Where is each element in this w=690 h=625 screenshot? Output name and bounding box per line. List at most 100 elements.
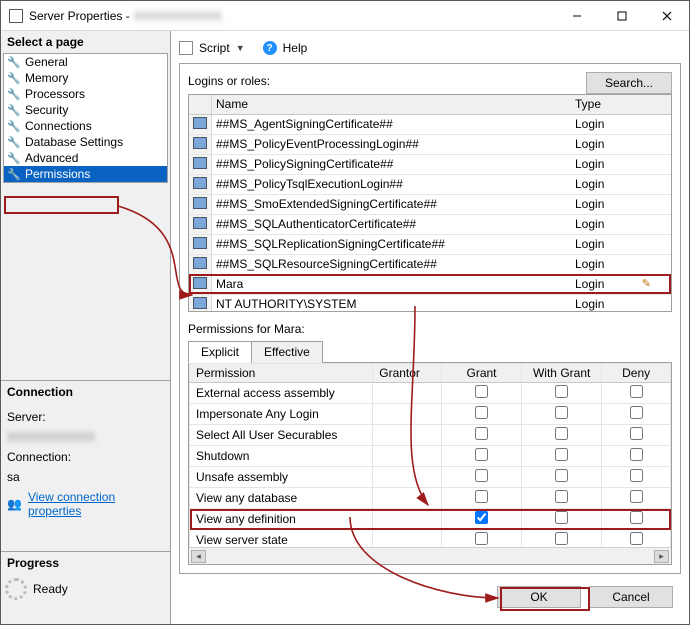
grant-checkbox[interactable] (475, 469, 488, 482)
cancel-button[interactable]: Cancel (589, 586, 673, 608)
page-item-processors[interactable]: 🔧Processors (4, 86, 167, 102)
close-button[interactable] (644, 1, 689, 30)
with-grant-checkbox[interactable] (555, 469, 568, 482)
script-dropdown-icon[interactable]: ▼ (236, 43, 245, 53)
page-item-connections[interactable]: 🔧Connections (4, 118, 167, 134)
login-row[interactable]: ##MS_SmoExtendedSigningCertificate##Logi… (189, 194, 671, 214)
deny-checkbox[interactable] (630, 511, 643, 524)
scroll-right-icon[interactable]: ▸ (654, 550, 669, 563)
dialog-footer: OK Cancel (179, 578, 681, 616)
with-grant-checkbox[interactable] (555, 427, 568, 440)
permission-row[interactable]: View server state (190, 530, 671, 548)
login-row[interactable]: ##MS_PolicySigningCertificate##Login (189, 154, 671, 174)
connection-header: Connection (1, 380, 170, 403)
search-button[interactable]: Search... (586, 72, 672, 94)
deny-cell (602, 446, 671, 467)
login-name-cell: ##MS_PolicyEventProcessingLogin## (212, 134, 572, 154)
perm-header-grantor[interactable]: Grantor (373, 364, 442, 383)
maximize-button[interactable] (599, 1, 644, 30)
page-item-general[interactable]: 🔧General (4, 54, 167, 70)
grant-checkbox[interactable] (475, 427, 488, 440)
perm-header-withgrant[interactable]: With Grant (522, 364, 602, 383)
tab-effective[interactable]: Effective (251, 341, 323, 363)
login-row-icon-cell (189, 194, 212, 214)
permission-row[interactable]: View any definition (190, 509, 671, 530)
deny-checkbox[interactable] (630, 469, 643, 482)
left-pane: Select a page 🔧General🔧Memory🔧Processors… (1, 31, 171, 624)
login-icon (193, 237, 207, 249)
deny-checkbox[interactable] (630, 532, 643, 545)
deny-cell (602, 425, 671, 446)
login-row[interactable]: ##MS_SQLAuthenticatorCertificate##Login (189, 214, 671, 234)
wrench-icon: 🔧 (7, 104, 21, 117)
grant-checkbox[interactable] (475, 532, 488, 545)
grant-checkbox[interactable] (475, 490, 488, 503)
grant-cell (441, 488, 521, 509)
minimize-button[interactable] (554, 1, 599, 30)
scroll-left-icon[interactable]: ◂ (191, 550, 206, 563)
permissions-label-suffix: : (301, 322, 304, 336)
permissions-hscroll[interactable]: ◂ ▸ (189, 547, 671, 564)
login-icon (193, 217, 207, 229)
grant-cell (441, 383, 521, 404)
login-row[interactable]: NT AUTHORITY\SYSTEMLogin (189, 294, 671, 311)
help-button[interactable]: Help (283, 41, 308, 55)
with-grant-checkbox[interactable] (555, 448, 568, 461)
login-name-cell: ##MS_AgentSigningCertificate## (212, 114, 572, 134)
permission-row[interactable]: External access assembly (190, 383, 671, 404)
with-grant-checkbox[interactable] (555, 385, 568, 398)
permission-name-cell: Unsafe assembly (190, 467, 373, 488)
login-type-cell: Login (571, 294, 671, 311)
page-item-security[interactable]: 🔧Security (4, 102, 167, 118)
deny-checkbox[interactable] (630, 406, 643, 419)
permission-grantor-cell (373, 425, 442, 446)
page-item-advanced[interactable]: 🔧Advanced (4, 150, 167, 166)
login-row[interactable]: ##MS_PolicyTsqlExecutionLogin##Login (189, 174, 671, 194)
logins-header-name[interactable]: Name (212, 95, 572, 114)
page-item-database-settings[interactable]: 🔧Database Settings (4, 134, 167, 150)
tab-explicit[interactable]: Explicit (188, 341, 252, 363)
permission-name-cell: Select All User Securables (190, 425, 373, 446)
login-row[interactable]: ##MS_PolicyEventProcessingLogin##Login (189, 134, 671, 154)
login-row[interactable]: ##MS_AgentSigningCertificate##Login (189, 114, 671, 134)
permission-row[interactable]: Unsafe assembly (190, 467, 671, 488)
login-row-icon-cell (189, 234, 212, 254)
deny-cell (602, 404, 671, 425)
view-connection-properties-link[interactable]: View connection properties (28, 490, 164, 518)
perm-header-deny[interactable]: Deny (602, 364, 671, 383)
permission-row[interactable]: Shutdown (190, 446, 671, 467)
edit-icon: ✎ (642, 277, 651, 290)
login-type-cell: Login (571, 134, 671, 154)
with-grant-checkbox[interactable] (555, 511, 568, 524)
login-icon (193, 257, 207, 269)
grant-checkbox[interactable] (475, 448, 488, 461)
perm-header-permission[interactable]: Permission (190, 364, 373, 383)
login-row[interactable]: ##MS_SQLResourceSigningCertificate##Logi… (189, 254, 671, 274)
progress-status: Ready (33, 582, 68, 596)
with-grant-cell (522, 446, 602, 467)
grant-checkbox[interactable] (475, 385, 488, 398)
permission-row[interactable]: View any database (190, 488, 671, 509)
perm-header-grant[interactable]: Grant (441, 364, 521, 383)
login-type-cell: Login (571, 174, 671, 194)
login-row[interactable]: ##MS_SQLReplicationSigningCertificate##L… (189, 234, 671, 254)
grant-checkbox[interactable] (475, 511, 488, 524)
deny-checkbox[interactable] (630, 427, 643, 440)
grant-checkbox[interactable] (475, 406, 488, 419)
script-button[interactable]: Script (199, 41, 230, 55)
permission-row[interactable]: Impersonate Any Login (190, 404, 671, 425)
permission-row[interactable]: Select All User Securables (190, 425, 671, 446)
connection-props-icon: 👥 (7, 497, 22, 511)
logins-header-type[interactable]: Type (571, 95, 671, 114)
with-grant-checkbox[interactable] (555, 490, 568, 503)
page-item-memory[interactable]: 🔧Memory (4, 70, 167, 86)
deny-checkbox[interactable] (630, 448, 643, 461)
with-grant-checkbox[interactable] (555, 406, 568, 419)
with-grant-cell (522, 509, 602, 530)
deny-checkbox[interactable] (630, 490, 643, 503)
ok-button[interactable]: OK (497, 586, 581, 608)
with-grant-checkbox[interactable] (555, 532, 568, 545)
page-item-permissions[interactable]: 🔧Permissions (4, 166, 167, 182)
login-row[interactable]: MaraLogin✎ (189, 274, 671, 294)
deny-checkbox[interactable] (630, 385, 643, 398)
